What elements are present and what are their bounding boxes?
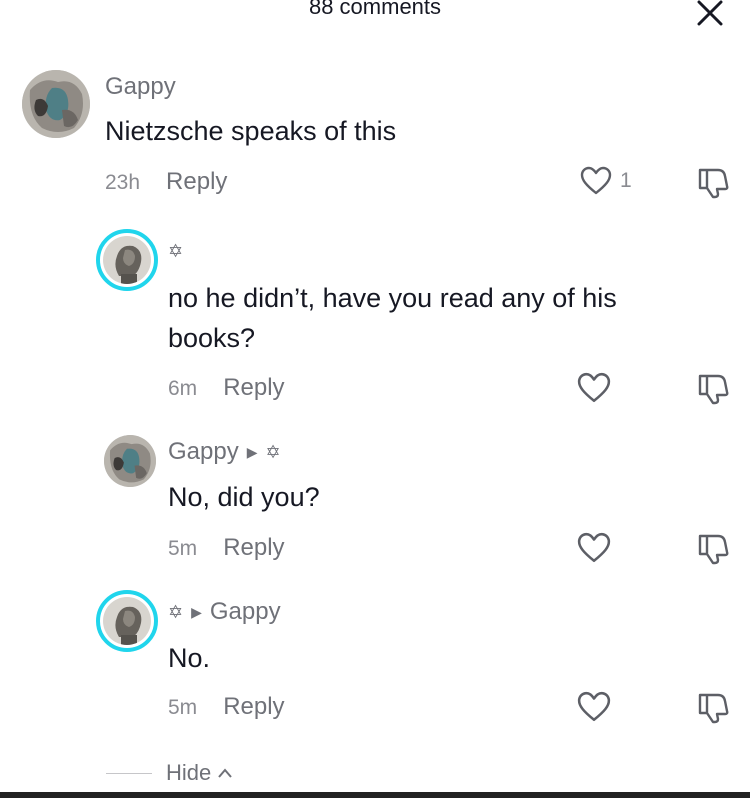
bottom-border [0,792,750,798]
comment-text: No. [168,643,211,673]
comment-time: 6m [168,377,198,400]
comment-time: 5m [168,696,198,719]
reply-button[interactable]: Reply [223,534,284,562]
dislike-button[interactable] [696,532,730,571]
comment-username[interactable]: ✡ ▶ Gappy [168,598,281,626]
comments-count-title: 88 comments [308,0,442,19]
hide-replies-row: Hide [106,760,233,786]
heart-outline-icon [580,166,612,195]
avatar-gappy[interactable] [22,70,90,138]
close-icon [697,0,723,26]
close-button[interactable] [690,0,730,30]
thumbs-down-icon [698,534,729,565]
like-button[interactable] [577,691,611,723]
comment-text: no he didn’t, have you read any of his b… [168,283,617,353]
hide-label: Hide [166,760,212,785]
avatar-star-user[interactable] [96,229,158,291]
heart-outline-icon [577,691,611,722]
heart-outline-icon [577,372,611,403]
comment-text: Nietzsche speaks of this [105,116,397,146]
dislike-button[interactable] [696,166,730,205]
like-button[interactable]: 1 [580,166,632,196]
reply-button[interactable]: Reply [166,168,227,196]
right-caret-icon: ▶ [246,443,258,460]
comment-meta: 5m Reply [168,693,285,721]
comment-time: 5m [168,537,198,560]
divider-line [106,772,152,774]
comment-meta: 23h Reply [105,168,227,196]
avatar-star-user[interactable] [96,590,158,652]
thumbs-down-icon [698,374,729,405]
heart-outline-icon [577,532,611,563]
reply-button[interactable]: Reply [223,374,284,402]
comment-meta: 6m Reply [168,374,285,402]
star-of-david-icon: ✡ [265,441,281,462]
reply-to-username: Gappy [209,598,281,625]
comment-username[interactable]: Gappy ▶ ✡ [168,438,281,466]
dislike-button[interactable] [696,691,730,730]
thumbs-down-icon [698,693,729,724]
username-text: Gappy [105,73,176,100]
star-of-david-icon: ✡ [168,241,184,261]
comment-time: 23h [105,171,141,194]
avatar-gappy[interactable] [104,435,156,487]
like-button[interactable] [577,372,611,404]
star-of-david-icon: ✡ [168,601,184,622]
like-button[interactable] [577,532,611,564]
right-caret-icon: ▶ [191,603,202,620]
hide-replies-button[interactable]: Hide [166,760,233,786]
reply-button[interactable]: Reply [223,693,284,721]
comment-username[interactable]: Gappy [105,73,176,101]
comment-text: No, did you? [168,482,320,512]
comment-username[interactable]: ✡ [168,241,183,262]
username-text: Gappy [168,438,239,465]
thumbs-down-icon [698,168,729,199]
like-count: 1 [620,169,632,192]
comment-meta: 5m Reply [168,534,285,562]
chevron-up-icon [218,768,233,778]
dislike-button[interactable] [696,372,730,411]
